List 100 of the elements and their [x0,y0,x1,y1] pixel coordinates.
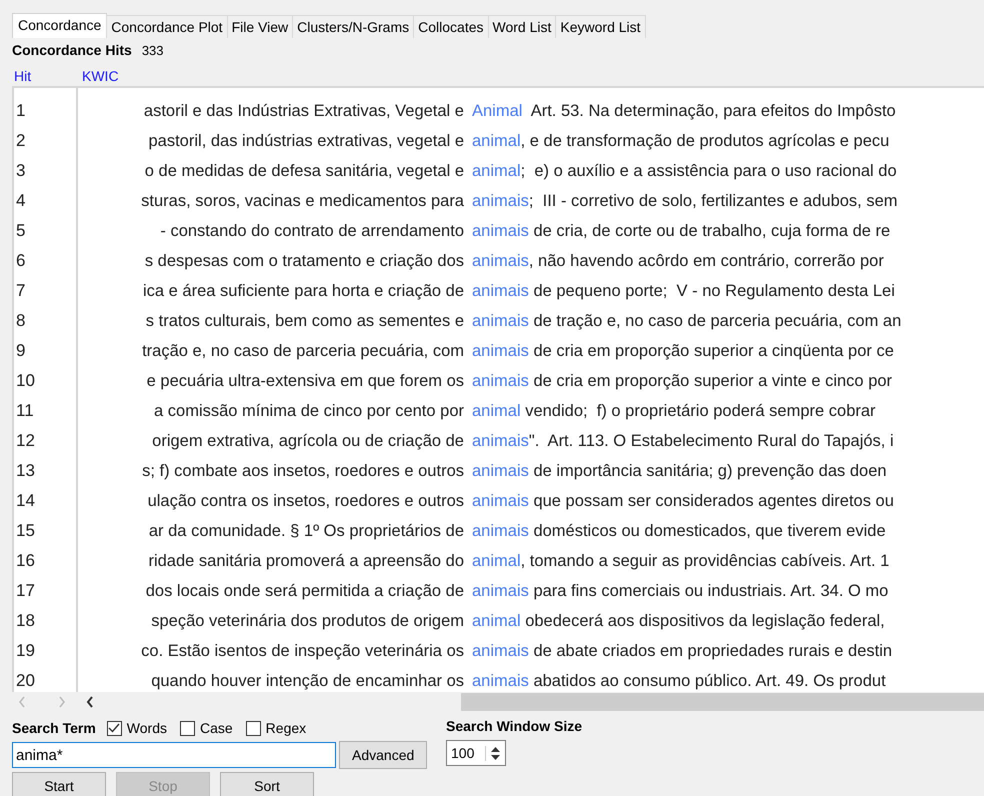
left-context: ica e área suficiente para horta e criação de [142,282,464,300]
left-context: o de medidas de defesa sanitária, vegetal e [144,162,464,180]
keyword[interactable]: Animal [472,102,522,120]
hit-number: 14 [16,491,35,511]
right-context: de pequeno porte; V - no Regulamento desta Lei [532,282,895,300]
hit-number: 9 [16,341,26,361]
right-context: de tração e, no caso de parceria pecuária, com an [532,312,902,330]
keyword[interactable]: animais [472,582,529,600]
left-context: ar da comunidade. § 1º Os proprietários de [148,522,464,540]
advanced-button[interactable]: Advanced [339,741,428,769]
hit-number: 17 [16,581,35,601]
right-context: abatidos ao consumo público. Art. 49. Os produt [532,672,886,690]
column-header[interactable]: Hit [12,68,82,84]
keyword[interactable]: animais [472,282,529,300]
left-context: - constando do contrato de arrendamento [160,222,464,240]
hit-number: 2 [16,131,26,151]
hit-number: 5 [16,221,26,241]
hit-number: 19 [16,641,35,661]
hits-count: 333 [142,42,164,58]
search-field[interactable]: anima* [12,742,336,768]
keyword[interactable]: animais [472,642,529,660]
action-button[interactable]: Start [12,772,106,796]
scrollbar-thumb[interactable] [461,693,984,711]
right-context: ; e) o auxílio e a assistência para o uso racional do [520,162,897,180]
left-context: dos locais onde será permitida a criação de [146,582,464,600]
keyword[interactable]: animais [472,522,529,540]
keyword[interactable]: animais [472,192,529,210]
keyword[interactable]: animais [472,432,529,450]
right-context: , tomando a seguir as providências cabíveis. Art. 1 [520,552,890,570]
right-context: de abate criados em propriedades rurais e destin [532,642,892,660]
left-context: speção veterinária dos produtos de origem [151,612,464,630]
tab[interactable]: Concordance [12,13,108,38]
left-context: sturas, soros, vacinas e medicamentos para [141,192,464,210]
keyword[interactable]: animais [472,372,529,390]
hit-number: 3 [16,161,26,181]
column-header[interactable]: KWIC [82,68,119,84]
hit-number: 12 [16,431,35,451]
left-context: pastoril, das indústrias extrativas, vegetal e [148,132,464,150]
checkbox-label[interactable]: Regex [266,720,306,736]
right-context: , não havendo acôrdo em contrário, correrão por [528,252,884,270]
checkbox[interactable] [246,720,261,736]
hit-number: 4 [16,191,26,211]
hit-number: 15 [16,521,35,541]
left-context: origem extrativa, agrícola ou de criação de [152,432,464,450]
right-context: para fins comerciais ou industriais. Art. 34. O mo [532,582,888,600]
right-context: ; III - corretivo de solo, fertilizantes e adubos, sem [528,192,898,210]
hit-number: 18 [16,611,35,631]
keyword[interactable]: animal [472,132,521,150]
hits-label: Concordance Hits [12,42,132,58]
hit-number: 10 [16,371,35,391]
right-context: domésticos ou domesticados, que tiverem evide [532,522,886,540]
keyword[interactable]: animal [472,612,521,630]
right-context: de cria em proporção superior a cinqüenta por ce [532,342,894,360]
keyword[interactable]: animais [472,672,529,690]
right-context: que possam ser considerados agentes diretos ou [532,492,894,510]
left-context: ulação contra os insetos, roedores e outros [148,492,464,510]
window-size-label: Search Window Size [446,718,582,734]
right-context: Art. 53. Na determinação, para efeitos do Impôsto [530,102,896,120]
right-context: de cria em proporção superior a vinte e cinco por [532,372,892,390]
hit-number: 8 [16,311,26,331]
checkbox-label[interactable]: Words [126,720,167,736]
left-context: quando houver intenção de encaminhar os [151,672,464,690]
tab[interactable]: Keyword List [555,15,646,38]
search-term-label: Search Term [12,720,96,736]
right-context: obedecerá aos dispositivos da legislação federal, [524,612,885,630]
right-context: ". Art. 113. O Estabelecimento Rural do Tapajós, i [528,432,894,450]
right-context: , e de transformação de produtos agrícolas e pecu [520,132,890,150]
action-button[interactable]: Sort [220,772,314,796]
hit-number: 1 [16,101,26,121]
left-context: ridade sanitária promoverá a apreensão do [148,552,464,570]
hit-number: 16 [16,551,35,571]
hit-number: 11 [16,401,34,421]
left-context: co. Estão isentos de inspeção veterinária os [141,642,464,660]
checkbox-label[interactable]: Case [200,720,233,736]
left-context: e pecuária ultra-extensiva em que forem os [146,372,464,390]
hit-number: 7 [16,281,26,301]
keyword[interactable]: animal [472,402,521,420]
spin-down-icon[interactable] [491,754,500,760]
left-context: a comissão mínima de cinco por cento por [154,402,464,420]
checkbox[interactable] [106,720,122,736]
keyword[interactable]: animal [472,552,521,570]
keyword[interactable]: animais [472,342,529,360]
keyword[interactable]: animais [472,222,529,240]
right-context: vendido; f) o proprietário poderá sempre cobrar [524,402,876,420]
keyword[interactable]: animais [472,492,529,510]
keyword[interactable]: animal [472,162,521,180]
left-context: s tratos culturais, bem como as sementes e [146,312,464,330]
window-size-spinner[interactable]: 100 [446,740,506,766]
left-context: s despesas com o tratamento e criação dos [144,252,464,270]
spin-up-icon[interactable] [491,746,500,752]
hit-number: 13 [16,461,35,481]
tab[interactable]: Concordance Plot [106,15,228,38]
keyword[interactable]: animais [472,312,529,330]
right-context: de importância sanitária; g) prevenção das doen [532,462,887,480]
checkbox[interactable] [180,720,195,736]
hit-number: 6 [16,251,26,271]
keyword[interactable]: animais [472,462,529,480]
scroll-left-icon[interactable] [86,696,94,708]
hit-number: 20 [16,671,35,691]
keyword[interactable]: animais [472,252,529,270]
